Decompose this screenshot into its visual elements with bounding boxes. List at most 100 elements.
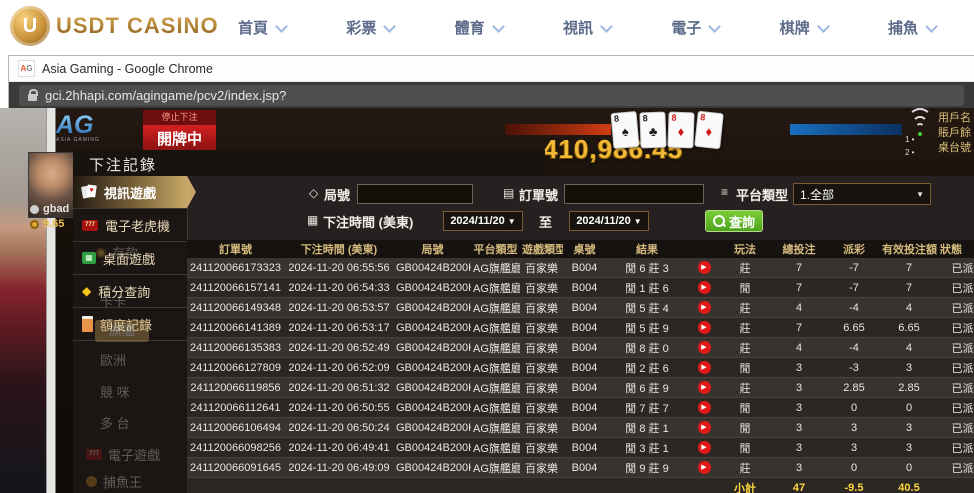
cell-total-bet: 7: [770, 258, 828, 278]
platform-type-label: 平台類型: [736, 185, 788, 204]
nav-item-lottery[interactable]: 彩票: [346, 17, 394, 38]
platform-type-select[interactable]: 1.全部: [793, 183, 931, 205]
card-suit: ♣: [641, 125, 665, 139]
search-button[interactable]: 查詢: [705, 210, 763, 232]
lobby-menu-europe: 歐洲: [100, 350, 126, 369]
cell-bet-time: 2024-11-20 06:53:57: [284, 298, 394, 318]
cell-status: 已派彩: [938, 318, 974, 338]
cell-valid-bet: 0: [880, 398, 938, 418]
date-from-select[interactable]: 2024/11/20: [443, 211, 523, 231]
site-logo[interactable]: U USDT CASINO: [10, 6, 219, 46]
cell-replay: [688, 298, 720, 318]
menu-label: 歐洲: [100, 350, 126, 369]
cell-game-type: 百家樂: [520, 398, 563, 418]
cell-table-no: B004: [563, 438, 606, 458]
header-total-bet: 總投注: [770, 240, 828, 258]
cell-result: 閒 8 莊 0: [606, 338, 688, 358]
magnifier-icon: [713, 215, 725, 227]
play-video-button[interactable]: [698, 441, 711, 454]
balance-text: 9.65: [43, 218, 64, 230]
menu-label: 競 咪: [100, 382, 130, 401]
search-label: 查詢: [729, 212, 755, 231]
tab-slot-machines[interactable]: 777電子老虎機: [73, 209, 187, 242]
deposit-label: 存款: [112, 243, 138, 262]
card-rank: 8: [614, 113, 620, 123]
play-video-button[interactable]: [698, 321, 711, 334]
cell-total-bet: 3: [770, 378, 828, 398]
play-video-button[interactable]: [698, 261, 711, 274]
modal-title-bar: 下注記錄: [73, 150, 545, 176]
header-bet-time: 下注時間 (美東): [284, 240, 394, 258]
cell-round-no: GB00424B200HD: [394, 438, 471, 458]
cell-order-no: 241120066141389: [187, 318, 284, 338]
order-no-input[interactable]: [564, 184, 704, 204]
cell-play-type: 莊: [720, 318, 770, 338]
chevron-down-icon: [600, 20, 613, 33]
date-to-select[interactable]: 2024/11/20: [569, 211, 649, 231]
nav-item-live[interactable]: 視訊: [563, 17, 611, 38]
header-replay: [688, 240, 720, 258]
cell-platform: AG旗艦廳: [471, 318, 520, 338]
balance-label: 賬戶餘: [938, 126, 971, 141]
cell-platform: AG旗艦廳: [471, 298, 520, 318]
table-status-banner: 停止下注 開牌中: [143, 110, 216, 155]
cell-valid-bet: 6.65: [880, 318, 938, 338]
play-video-button[interactable]: [698, 401, 711, 414]
window-title: Asia Gaming - Google Chrome: [42, 62, 213, 76]
cell-bet-time: 2024-11-20 06:55:56: [284, 258, 394, 278]
cell-game-type: 百家樂: [520, 458, 563, 478]
cell-total-bet: 3: [770, 458, 828, 478]
empty-cell: [938, 478, 974, 493]
cell-round-no: GB00424B200HG: [394, 378, 471, 398]
url-field[interactable]: gci.2hhapi.com/agingame/pcv2/index.jsp?: [19, 85, 964, 106]
play-video-button[interactable]: [698, 341, 711, 354]
cell-bet-time: 2024-11-20 06:50:55: [284, 398, 394, 418]
play-video-button[interactable]: [698, 461, 711, 474]
cell-result: 閒 3 莊 1: [606, 438, 688, 458]
cell-status: 已派彩: [938, 358, 974, 378]
cell-result: 閒 1 莊 6: [606, 278, 688, 298]
cell-result: 閒 6 莊 3: [606, 258, 688, 278]
cell-replay: [688, 338, 720, 358]
play-video-button[interactable]: [698, 421, 711, 434]
nav-item-cards[interactable]: 棋牌: [780, 17, 828, 38]
cell-valid-bet: 2.85: [880, 378, 938, 398]
cell-payout: -4: [828, 298, 880, 318]
tab-video-games[interactable]: 視訊遊戲: [73, 176, 187, 209]
play-video-button[interactable]: [698, 301, 711, 314]
cell-table-no: B004: [563, 318, 606, 338]
nav-item-slots[interactable]: 電子: [671, 17, 719, 38]
play-video-button[interactable]: [698, 381, 711, 394]
play-video-button[interactable]: [698, 281, 711, 294]
header-payout: 派彩: [828, 240, 880, 258]
lobby-menu-kaka: 卡卡: [100, 291, 126, 310]
lobby-menu-multi: 多 台: [100, 413, 130, 432]
cell-bet-time: 2024-11-20 06:52:09: [284, 358, 394, 378]
nav-item-home[interactable]: 首頁: [238, 17, 286, 38]
ag-favicon-icon: AG: [18, 60, 35, 77]
play-video-button[interactable]: [698, 361, 711, 374]
cell-round-no: GB00424B200HE: [394, 418, 471, 438]
bet-record-row: 241120066127809 2024-11-20 06:52:09 GB00…: [187, 358, 974, 378]
nav-item-sports[interactable]: 體育: [455, 17, 503, 38]
favicon-g: G: [26, 64, 32, 73]
cell-platform: AG旗艦廳: [471, 338, 520, 358]
cell-total-bet: 3: [770, 418, 828, 438]
to-label: 至: [539, 212, 552, 231]
card-rank: 8: [671, 113, 676, 123]
cell-payout: 6.65: [828, 318, 880, 338]
cell-result: 閒 5 莊 4: [606, 298, 688, 318]
round-no-input[interactable]: [357, 184, 473, 204]
playing-card: 8♣: [639, 112, 666, 149]
cell-round-no: GB00424B200HL: [394, 278, 471, 298]
cell-play-type: 閒: [720, 278, 770, 298]
site-nav: 首頁 彩票 體育 視訊 電子 棋牌 捕魚: [238, 0, 936, 55]
chrome-titlebar[interactable]: AG Asia Gaming - Google Chrome: [9, 56, 974, 82]
deposit-button: 存款: [96, 243, 138, 262]
cell-status: 已派彩: [938, 438, 974, 458]
playing-card: 8♦: [667, 112, 694, 149]
nav-item-fishing[interactable]: 捕魚: [888, 17, 936, 38]
tab-points-query[interactable]: ◆積分查詢: [73, 275, 187, 308]
cell-table-no: B004: [563, 298, 606, 318]
cell-total-bet: 7: [770, 278, 828, 298]
